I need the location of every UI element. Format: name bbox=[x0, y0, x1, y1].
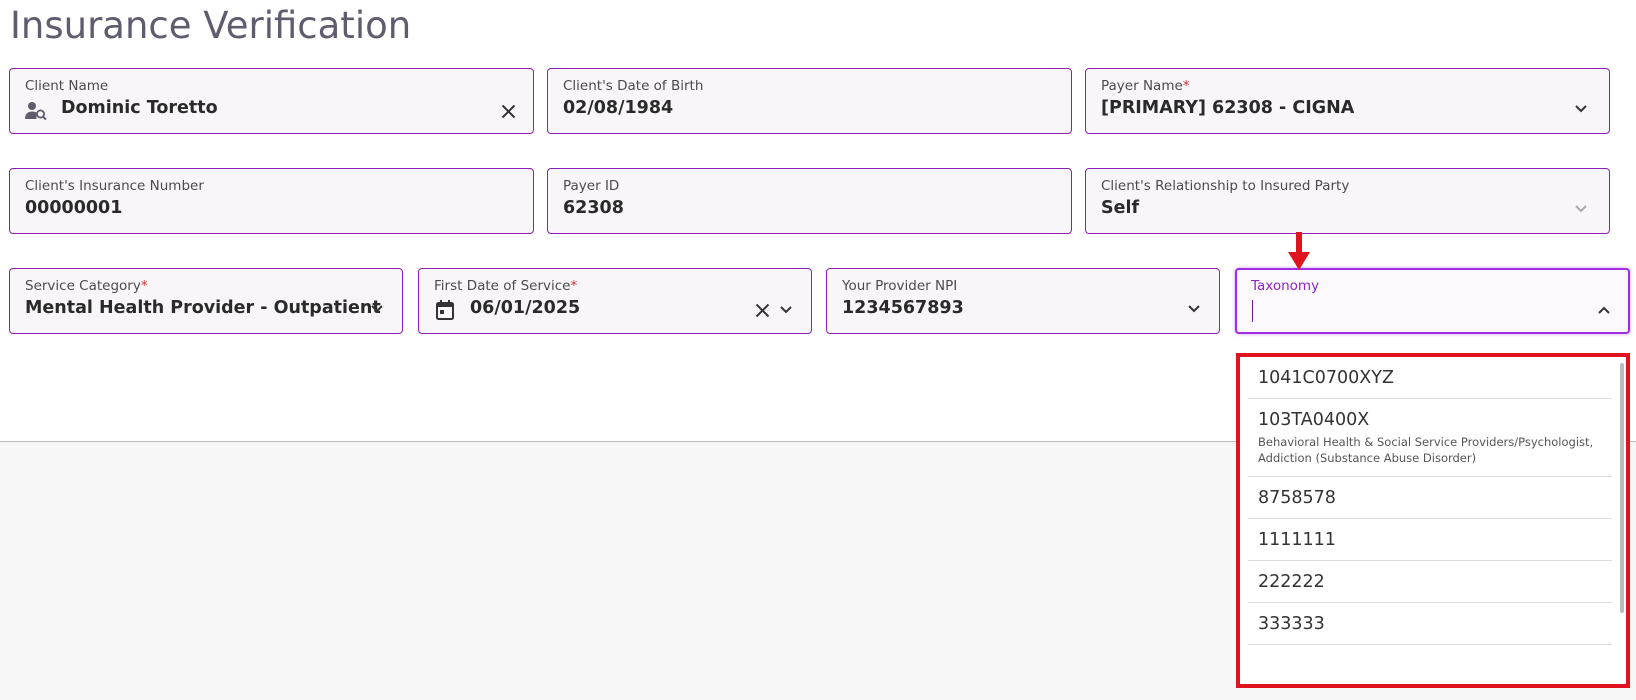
red-arrow-annotation-icon bbox=[1286, 230, 1312, 276]
client-name-label: Client Name bbox=[25, 78, 109, 94]
chevron-down-icon[interactable] bbox=[1187, 304, 1201, 314]
service-category-value: Mental Health Provider - Outpatient bbox=[25, 298, 381, 318]
payer-name-label: Payer Name bbox=[1101, 78, 1183, 94]
clear-icon[interactable] bbox=[755, 303, 770, 318]
client-name-field[interactable]: Client Name Dominic Toretto bbox=[9, 68, 534, 134]
insurance-number-field[interactable]: Client's Insurance Number 00000001 bbox=[9, 168, 534, 234]
required-mark: * bbox=[140, 278, 148, 294]
first-date-of-service-field[interactable]: First Date of Service* 06/01/2025 bbox=[418, 268, 812, 334]
calendar-icon[interactable] bbox=[435, 299, 455, 321]
relationship-value: Self bbox=[1101, 198, 1140, 218]
required-mark: * bbox=[1182, 78, 1190, 94]
provider-npi-label: Your Provider NPI bbox=[842, 278, 958, 294]
first-date-of-service-value: 06/01/2025 bbox=[470, 298, 581, 318]
list-item[interactable]: 222222 bbox=[1248, 561, 1612, 603]
list-item[interactable]: 1111111 bbox=[1248, 519, 1612, 561]
person-search-icon bbox=[25, 101, 47, 121]
dropdown-scrollbar[interactable] bbox=[1620, 363, 1624, 613]
list-item[interactable]: 333333 bbox=[1248, 603, 1612, 645]
provider-npi-value: 1234567893 bbox=[842, 298, 964, 318]
insurance-number-label: Client's Insurance Number bbox=[25, 178, 204, 194]
chevron-down-icon[interactable] bbox=[779, 305, 793, 315]
provider-npi-field[interactable]: Your Provider NPI 1234567893 bbox=[826, 268, 1220, 334]
list-item[interactable]: 103TA0400X Behavioral Health & Social Se… bbox=[1248, 399, 1612, 477]
taxonomy-field[interactable]: Taxonomy bbox=[1235, 268, 1630, 334]
payer-name-field[interactable]: Payer Name* [PRIMARY] 62308 - CIGNA bbox=[1085, 68, 1610, 134]
payer-id-field[interactable]: Payer ID 62308 bbox=[547, 168, 1072, 234]
relationship-field[interactable]: Client's Relationship to Insured Party S… bbox=[1085, 168, 1610, 234]
dob-label: Client's Date of Birth bbox=[563, 78, 704, 94]
taxonomy-input[interactable] bbox=[1252, 300, 1253, 322]
payer-name-value: [PRIMARY] 62308 - CIGNA bbox=[1101, 98, 1355, 118]
taxonomy-dropdown-list[interactable]: 1041C0700XYZ 103TA0400X Behavioral Healt… bbox=[1236, 353, 1630, 688]
required-mark: * bbox=[570, 278, 578, 294]
service-category-label: Service Category bbox=[25, 278, 141, 294]
chevron-up-icon[interactable] bbox=[1597, 305, 1611, 315]
chevron-down-icon[interactable] bbox=[1574, 104, 1588, 114]
first-date-of-service-label: First Date of Service bbox=[434, 278, 571, 294]
clear-icon[interactable] bbox=[501, 104, 516, 119]
chevron-down-icon[interactable] bbox=[1574, 204, 1588, 214]
insurance-number-value: 00000001 bbox=[25, 198, 123, 218]
relationship-label: Client's Relationship to Insured Party bbox=[1101, 178, 1350, 194]
page-title: Insurance Verification bbox=[10, 4, 412, 47]
service-category-field[interactable]: Service Category* Mental Health Provider… bbox=[9, 268, 403, 334]
payer-id-value: 62308 bbox=[563, 198, 624, 218]
dob-value: 02/08/1984 bbox=[563, 98, 674, 118]
list-item[interactable]: 1041C0700XYZ bbox=[1248, 357, 1612, 399]
dob-field[interactable]: Client's Date of Birth 02/08/1984 bbox=[547, 68, 1072, 134]
payer-id-label: Payer ID bbox=[563, 178, 620, 194]
chevron-down-icon[interactable] bbox=[370, 304, 384, 314]
client-name-value: Dominic Toretto bbox=[61, 98, 218, 118]
taxonomy-label: Taxonomy bbox=[1251, 278, 1320, 294]
list-item[interactable]: 8758578 bbox=[1248, 477, 1612, 519]
